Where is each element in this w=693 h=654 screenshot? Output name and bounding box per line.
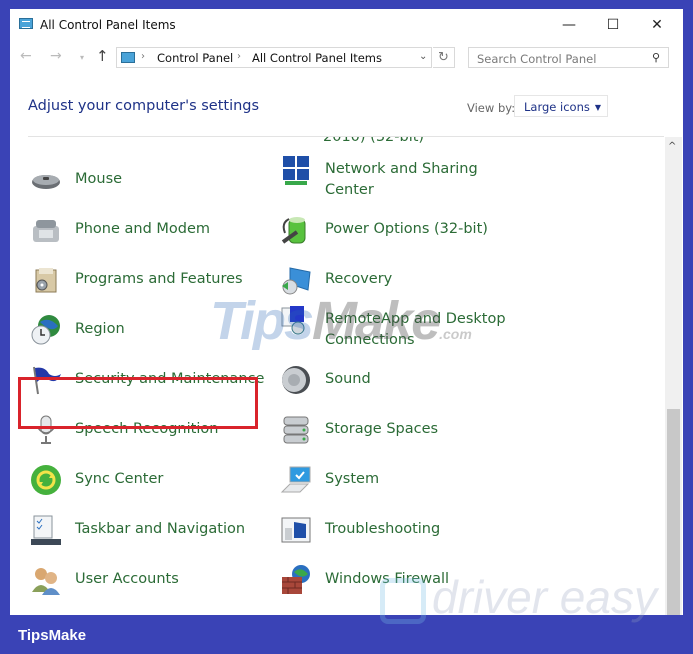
item-power-options[interactable]: Power Options (32-bit) — [280, 214, 525, 246]
item-sync-center[interactable]: Sync Center — [30, 464, 275, 496]
navigation-bar: ← → ▾ ↑ › Control Panel › All Control Pa… — [10, 45, 683, 71]
view-by-value: Large icons — [524, 100, 590, 114]
page-heading: Adjust your computer's settings — [28, 98, 260, 114]
item-system[interactable]: System — [280, 464, 525, 496]
power-options-icon — [280, 214, 312, 246]
up-button[interactable]: ↑ — [96, 47, 109, 65]
system-icon — [280, 464, 312, 496]
control-panel-window: All Control Panel Items — ☐ ✕ ← → ▾ ↑ › … — [10, 9, 683, 615]
control-panel-icon — [19, 18, 33, 29]
scroll-thumb[interactable] — [667, 409, 680, 615]
caret-down-icon: ▼ — [594, 103, 602, 112]
breadcrumb-separator[interactable]: › — [141, 51, 145, 62]
item-programs-and-features[interactable]: Programs and Features — [30, 264, 275, 296]
firewall-icon — [280, 564, 312, 596]
sound-icon — [280, 364, 312, 396]
scroll-up-icon[interactable]: ^ — [668, 141, 676, 152]
control-panel-icon — [121, 52, 135, 63]
item-remoteapp-and-desktop-connections[interactable]: RemoteApp and Desktop Connections — [280, 304, 525, 351]
search-input[interactable] — [469, 48, 654, 69]
close-button[interactable]: ✕ — [637, 13, 677, 37]
address-bar[interactable]: › Control Panel › All Control Panel Item… — [116, 47, 432, 68]
storage-icon — [280, 414, 312, 446]
maximize-button[interactable]: ☐ — [593, 13, 633, 37]
user-accounts-icon — [30, 564, 62, 596]
item-troubleshooting[interactable]: Troubleshooting — [280, 514, 525, 546]
partial-item-label[interactable]: 2010) (32-bit) — [323, 137, 424, 145]
view-by-dropdown[interactable]: Large icons ▼ — [514, 95, 608, 117]
breadcrumb-control-panel[interactable]: Control Panel — [157, 51, 233, 65]
item-sound[interactable]: Sound — [280, 364, 525, 396]
mouse-icon — [30, 164, 62, 196]
item-user-accounts[interactable]: User Accounts — [30, 564, 275, 596]
region-icon — [30, 314, 62, 346]
search-icon[interactable]: ⚲ — [652, 51, 660, 64]
item-windows-firewall[interactable]: Windows Firewall — [280, 564, 525, 596]
taskbar-icon — [30, 514, 62, 546]
refresh-button[interactable]: ↻ — [433, 47, 455, 68]
security-flag-icon — [30, 364, 62, 396]
sync-icon — [30, 464, 62, 496]
search-box[interactable]: ⚲ — [468, 47, 669, 69]
network-icon — [280, 154, 312, 186]
back-button[interactable]: ← — [20, 48, 32, 64]
item-security-and-maintenance[interactable]: Security and Maintenance — [30, 364, 275, 396]
title-bar[interactable]: All Control Panel Items — ☐ ✕ — [10, 9, 683, 41]
item-mouse[interactable]: Mouse — [30, 164, 275, 196]
phone-modem-icon — [30, 214, 62, 246]
programs-features-icon — [30, 264, 62, 296]
view-by-label: View by: — [467, 101, 516, 115]
item-storage-spaces[interactable]: Storage Spaces — [280, 414, 525, 446]
footer-brand: TipsMake — [18, 627, 87, 644]
item-taskbar-and-navigation[interactable]: Taskbar and Navigation — [30, 514, 275, 546]
item-phone-and-modem[interactable]: Phone and Modem — [30, 214, 275, 246]
items-list: 2010) (32-bit) Mouse Phone and Modem Pro… — [10, 137, 665, 615]
minimize-button[interactable]: — — [549, 13, 589, 37]
item-region[interactable]: Region — [30, 314, 275, 346]
item-recovery[interactable]: Recovery — [280, 264, 525, 296]
item-network-and-sharing-center[interactable]: Network and Sharing Center — [280, 154, 525, 201]
remoteapp-icon — [280, 304, 312, 336]
troubleshooting-icon — [280, 514, 312, 546]
microphone-icon — [30, 414, 62, 446]
breadcrumb-separator[interactable]: › — [237, 51, 241, 62]
address-dropdown-icon[interactable]: ⌄ — [419, 51, 427, 62]
window-title: All Control Panel Items — [40, 18, 176, 32]
recent-locations-button[interactable]: ▾ — [80, 53, 84, 62]
forward-button[interactable]: → — [50, 48, 62, 64]
vertical-scrollbar[interactable]: ^ — [665, 137, 682, 615]
item-speech-recognition[interactable]: Speech Recognition — [30, 414, 275, 446]
recovery-icon — [280, 264, 312, 296]
breadcrumb-all-items[interactable]: All Control Panel Items — [252, 51, 382, 65]
